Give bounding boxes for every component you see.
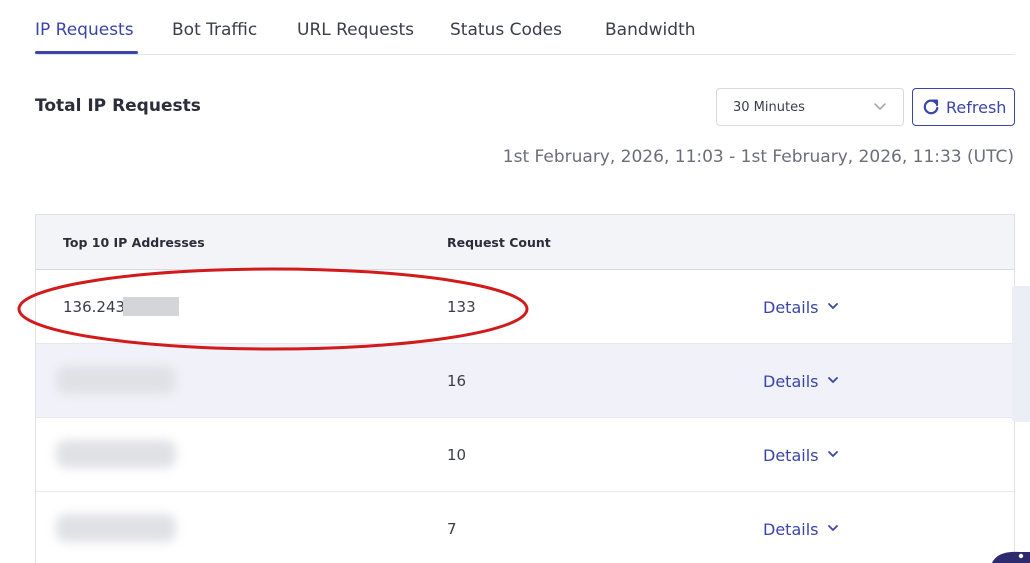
chevron-down-icon[interactable] — [827, 374, 839, 386]
table-row: 136.243. 133 Details — [36, 270, 1014, 344]
side-feedback-tab[interactable] — [1012, 286, 1030, 422]
section-title: Total IP Requests — [35, 96, 201, 116]
ip-address: 136.243. — [63, 298, 130, 316]
chevron-down-icon — [874, 103, 886, 110]
timeframe-select-value: 30 Minutes — [733, 100, 805, 115]
redacted-ip-blur — [56, 366, 176, 394]
tab-bot-traffic[interactable]: Bot Traffic — [172, 20, 257, 40]
table-row: 7 Details — [36, 492, 1014, 563]
tab-bandwidth[interactable]: Bandwidth — [605, 20, 696, 40]
chevron-down-icon[interactable] — [827, 300, 839, 312]
details-toggle[interactable]: Details — [763, 520, 818, 539]
request-count: 16 — [447, 372, 467, 390]
details-toggle[interactable]: Details — [763, 298, 818, 317]
active-tab-indicator — [35, 51, 138, 54]
redacted-ip-blur — [56, 440, 176, 468]
request-count: 133 — [447, 298, 476, 316]
time-range-label: 1st February, 2026, 11:03 - 1st February… — [502, 147, 1014, 167]
column-header-ip: Top 10 IP Addresses — [63, 235, 205, 250]
timeframe-select[interactable]: 30 Minutes — [716, 88, 904, 126]
table-row: 16 Details — [36, 344, 1014, 418]
chevron-down-icon[interactable] — [827, 448, 839, 460]
tab-ip-requests[interactable]: IP Requests — [35, 20, 134, 40]
redacted-ip-blur — [56, 514, 176, 542]
refresh-button-label: Refresh — [946, 98, 1007, 117]
chevron-down-icon[interactable] — [827, 522, 839, 534]
chat-widget-icon[interactable] — [990, 550, 1030, 563]
tab-status-codes[interactable]: Status Codes — [450, 20, 562, 40]
tab-url-requests[interactable]: URL Requests — [297, 20, 414, 40]
details-toggle[interactable]: Details — [763, 372, 818, 391]
table-header: Top 10 IP Addresses Request Count — [36, 215, 1014, 270]
request-count: 7 — [447, 520, 457, 538]
tab-bar: IP Requests Bot Traffic URL Requests Sta… — [35, 0, 1015, 55]
refresh-button[interactable]: Refresh — [912, 88, 1015, 126]
column-header-count: Request Count — [447, 235, 551, 250]
ip-requests-table: Top 10 IP Addresses Request Count 136.24… — [35, 214, 1015, 563]
table-row: 10 Details — [36, 418, 1014, 492]
details-toggle[interactable]: Details — [763, 446, 818, 465]
request-count: 10 — [447, 446, 467, 464]
redacted-ip-mask — [123, 297, 179, 316]
refresh-icon — [923, 99, 939, 115]
